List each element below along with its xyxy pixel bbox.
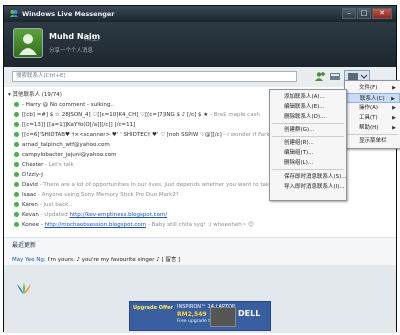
menu-item-delete-contact[interactable]: 删除联系人(D)... xyxy=(270,112,346,122)
title-bar[interactable]: Windows Live Messenger – □ ✕ xyxy=(4,6,396,22)
ad-offer-text: Upgrade Offer xyxy=(133,305,173,311)
submenu-arrow-icon: ▶ xyxy=(392,105,396,111)
menu-separator xyxy=(272,123,344,124)
windows-live-logo-icon xyxy=(17,283,31,294)
messenger-app-icon xyxy=(10,10,18,17)
contact-message: - Let's talk xyxy=(45,162,74,168)
recent-update-item[interactable]: May Yee Ng: I'm yours. ♪ you're my favou… xyxy=(12,255,180,263)
menu-item-file[interactable]: 文件(F) ▶ xyxy=(345,83,400,93)
contact-name: arnad_talpinch_wtf@yahoo.com xyxy=(22,142,110,148)
contact-message: - There are a lot of opportunities in ou… xyxy=(39,182,301,188)
menu-item-add-contact[interactable]: 添加联系人(A)... xyxy=(270,92,346,102)
contact-name: [[cb] =#] $ ☆ 28JSON_4] ♡[[c=10]K4_CH] ♡… xyxy=(22,112,209,118)
user-avatar[interactable] xyxy=(13,28,43,58)
footer-area: Upgrade Offer INSPIRON™ 14 LAPTOP RM2,54… xyxy=(4,265,396,333)
user-silhouette-icon xyxy=(19,34,37,55)
contact-blog-link[interactable]: http://mochaobsession.blogspot.com xyxy=(44,222,146,228)
contact-message: - Just back.. xyxy=(39,202,72,208)
advertisement-banner[interactable]: Upgrade Offer INSPIRON™ 14 LAPTOP RM2,54… xyxy=(129,301,271,331)
recent-updates-title[interactable]: 最近更新 xyxy=(12,240,36,249)
menu-item-actions[interactable]: 操作(A) ▶ xyxy=(345,103,400,113)
menu-item-edit-category[interactable]: 编辑组(T)... xyxy=(270,148,346,158)
contacts-submenu: 添加联系人(A)... 编辑联系人(E)... 删除联系人(D)... 创建群(… xyxy=(269,89,347,201)
contact-name: Isaac xyxy=(22,192,37,198)
contact-message: - Updated xyxy=(40,212,70,218)
collapse-arrow-icon: ▾ xyxy=(8,92,11,98)
online-status-icon xyxy=(14,191,19,197)
recent-update-text: I'm yours. ♪ you're my favourite singer … xyxy=(47,257,181,263)
online-status-icon xyxy=(14,201,19,207)
minimize-button[interactable]: – xyxy=(342,8,356,19)
contact-name: David xyxy=(22,182,38,188)
search-toolbar: 搜索联系人(Ctrl+E) xyxy=(4,67,396,88)
contact-name: D!zzly-J xyxy=(22,172,43,178)
contact-group-header[interactable]: ▾ 其他联系人 (19/74) xyxy=(8,90,62,98)
online-status-icon xyxy=(14,171,19,177)
contact-search-input[interactable]: 搜索联系人(Ctrl+E) xyxy=(12,71,297,82)
contact-message: - Baby still chita syg! :) wheeeheh~ 😊 xyxy=(147,222,254,228)
contact-row[interactable]: Kevan - Updated http://kev-emptiness.blo… xyxy=(14,210,314,220)
online-status-icon xyxy=(14,111,19,117)
contact-name: [[c=13]] [[a=1]]KaYYo(O[/a]][/c]] [/c=11… xyxy=(22,122,136,128)
window-title: Windows Live Messenger xyxy=(22,10,115,18)
menu-item-create-category[interactable]: 创建组(R)... xyxy=(270,138,346,148)
profile-header: Muhd Naim (有空) 分享一个个人消息 xyxy=(4,22,396,67)
online-status-icon xyxy=(14,141,19,147)
online-status-icon xyxy=(14,101,19,107)
menu-item-tools[interactable]: 工具(T) ▶ xyxy=(345,113,400,123)
change-layout-icon[interactable] xyxy=(329,71,341,82)
contact-group-label: 其他联系人 (19/74) xyxy=(12,92,62,98)
contact-name: Konee xyxy=(22,222,39,228)
contact-name: [[c=6]'SHIDTAB♥ †×<scanner> ♥' ' SHIDTEC… xyxy=(22,132,222,138)
maximize-button[interactable]: □ xyxy=(357,8,371,19)
online-status-icon xyxy=(14,181,19,187)
personal-message[interactable]: 分享一个个人消息 xyxy=(49,46,93,54)
add-contact-icon[interactable] xyxy=(314,71,326,82)
submenu-arrow-icon: ▶ xyxy=(392,115,396,121)
online-status-icon xyxy=(14,211,19,217)
contact-message: - Anyone using Sony Memory Stick Pro Duo… xyxy=(38,192,179,198)
menu-separator xyxy=(272,169,344,170)
contact-row[interactable]: Karen - Just back.. xyxy=(14,200,314,210)
menu-separator xyxy=(272,136,344,137)
menu-item-delete-category[interactable]: 删除组(L)... xyxy=(270,158,346,168)
recent-update-sender: May Yee Ng: xyxy=(12,257,46,263)
submenu-arrow-icon: ▶ xyxy=(392,85,396,91)
menu-separator xyxy=(347,134,398,135)
online-status-icon xyxy=(14,131,19,137)
contact-name: campylobacter_jejuni@yahoo.com xyxy=(22,152,117,158)
user-status[interactable]: (有空) xyxy=(84,34,99,42)
menu-item-show-menubar[interactable]: 显示菜单栏 xyxy=(345,136,400,146)
contact-message: - Bra$ maple cash xyxy=(209,112,260,118)
dell-logo: DELL xyxy=(238,309,261,318)
contact-name: Chester xyxy=(22,162,44,168)
menu-item-help[interactable]: 帮助(H) ▶ xyxy=(345,123,400,133)
contact-blog-link[interactable]: http://kev-emptiness.blogspot.com/ xyxy=(69,212,167,218)
menu-item-create-group-chat[interactable]: 创建群(G)... xyxy=(270,125,346,135)
menu-item-edit-contact[interactable]: 编辑联系人(E)... xyxy=(270,102,346,112)
main-menu: 文件(F) ▶ 联系人(C) ▶ 操作(A) ▶ 工具(T) ▶ 帮助(H) ▶ 显示菜单… xyxy=(344,80,400,149)
menu-item-import-contacts[interactable]: 导入即时消息联系人(I)... xyxy=(270,182,346,192)
contact-name: - Harry @ No comment - sulking.. xyxy=(22,102,114,108)
menu-item-contacts[interactable]: 联系人(C) ▶ xyxy=(345,93,400,103)
online-status-icon xyxy=(14,151,19,157)
menu-item-save-contacts[interactable]: 保存即时消息联系人(S)... xyxy=(270,172,347,182)
contact-name: Kevan xyxy=(22,212,39,218)
online-status-icon xyxy=(14,161,19,167)
online-status-icon xyxy=(14,221,19,227)
contact-name: Karen xyxy=(22,202,38,208)
submenu-arrow-icon: ▶ xyxy=(392,125,396,131)
recent-updates-panel: 最近更新 May Yee Ng: I'm yours. ♪ you're my … xyxy=(4,237,396,266)
close-button[interactable]: ✕ xyxy=(372,8,392,19)
online-status-icon xyxy=(14,121,19,127)
ad-price-text: RM2,549 xyxy=(177,311,207,318)
laptop-image xyxy=(210,307,236,327)
contact-row[interactable]: Konee - http://mochaobsession.blogspot.c… xyxy=(14,220,314,230)
